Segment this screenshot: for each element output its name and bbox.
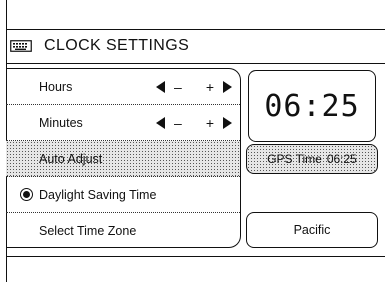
hours-minus-button[interactable]: – (174, 79, 182, 95)
minutes-row: Minutes – + (6, 105, 240, 141)
clock-settings-screen: CLOCK SETTINGS Hours – + Minutes – + Aut… (0, 0, 385, 282)
minutes-minus-button[interactable]: – (174, 115, 182, 131)
hours-row: Hours – + (6, 69, 240, 105)
minutes-plus-button[interactable]: + (206, 115, 214, 131)
hours-label: Hours (39, 79, 73, 94)
clock-display: 06:25 (248, 70, 376, 142)
divider-top (6, 29, 385, 30)
divider-bottom (6, 256, 385, 257)
page-title: CLOCK SETTINGS (44, 37, 190, 54)
title-bar: CLOCK SETTINGS (10, 32, 385, 60)
daylight-saving-option[interactable]: Daylight Saving Time (6, 177, 240, 213)
minutes-increase-icon[interactable] (223, 116, 232, 129)
time-zone-value: Pacific (293, 223, 331, 237)
auto-adjust-label: Auto Adjust (39, 151, 103, 166)
settings-panel: Hours – + Minutes – + Auto Adjust Daylig… (6, 68, 241, 248)
clock-time: 06:25 (264, 88, 360, 124)
hours-plus-button[interactable]: + (206, 79, 214, 95)
hours-stepper: – + (156, 79, 232, 95)
auto-adjust-button[interactable]: Auto Adjust (6, 141, 240, 177)
hours-increase-icon[interactable] (223, 80, 232, 93)
hours-decrease-icon[interactable] (156, 80, 166, 93)
radio-selected-icon[interactable] (20, 188, 33, 201)
daylight-saving-label: Daylight Saving Time (39, 187, 157, 202)
gps-time-display: GPS Time 06:25 (246, 144, 378, 174)
minutes-label: Minutes (39, 115, 83, 130)
gps-time-label: GPS Time (267, 152, 322, 166)
gps-time-value: 06:25 (326, 152, 357, 166)
select-time-zone-button[interactable]: Select Time Zone (6, 213, 240, 247)
time-zone-value-button[interactable]: Pacific (246, 212, 378, 248)
minutes-decrease-icon[interactable] (156, 116, 166, 129)
divider-title (6, 63, 385, 64)
keyboard-icon (10, 40, 32, 52)
minutes-stepper: – + (156, 115, 232, 131)
select-time-zone-label: Select Time Zone (39, 224, 137, 238)
